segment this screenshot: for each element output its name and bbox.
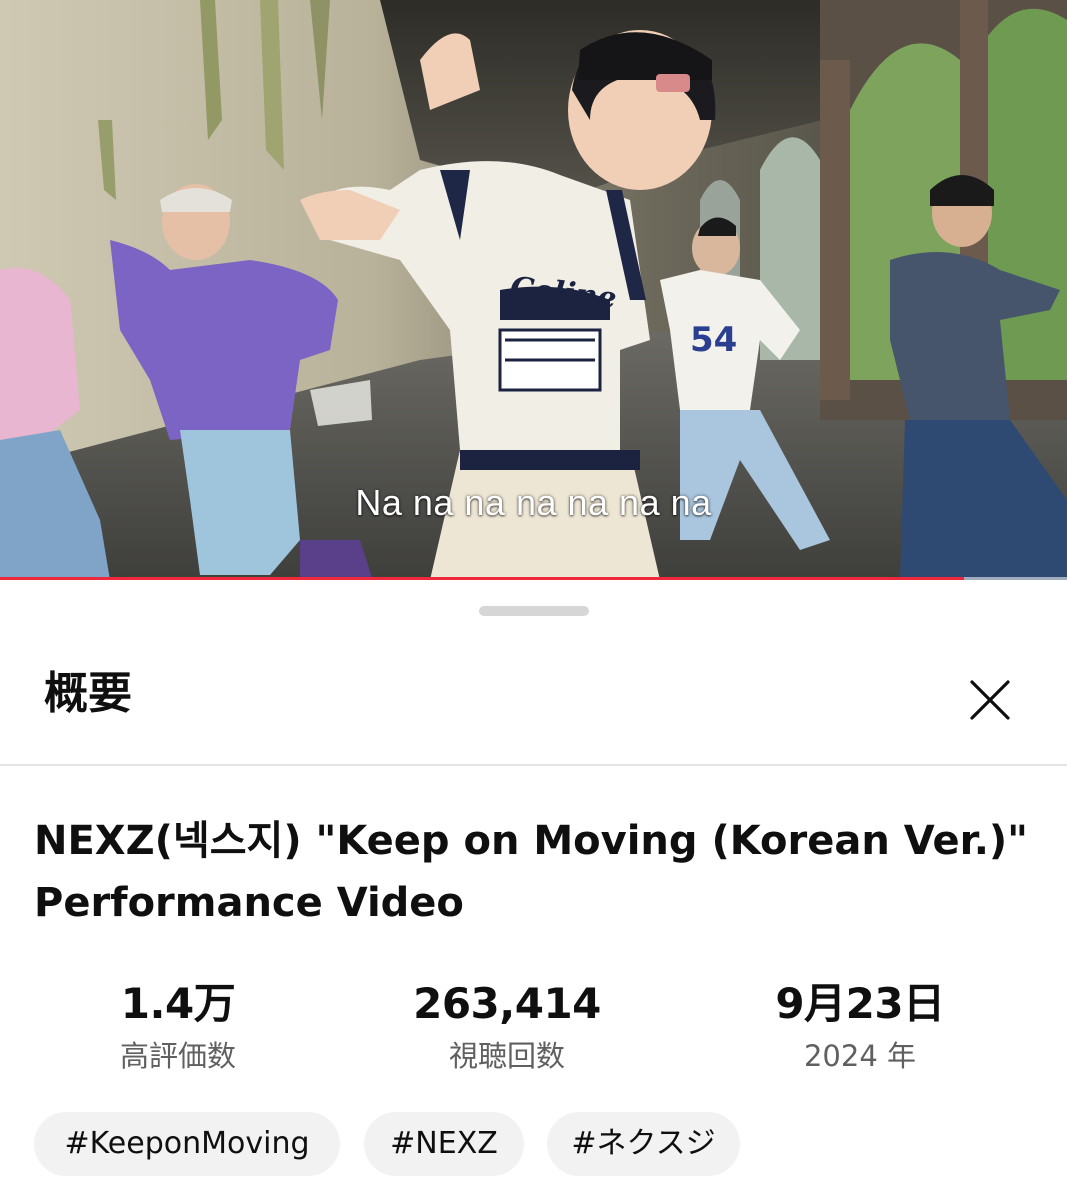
likes-stat: 1.4万 高評価数 xyxy=(28,978,328,1076)
upload-date: 9月23日 xyxy=(775,979,945,1028)
video-title: NEXZ(넥스지) "Keep on Moving (Korean Ver.)"… xyxy=(34,818,1029,926)
views-label: 視聴回数 xyxy=(448,1039,565,1073)
likes-count: 1.4万 xyxy=(120,979,236,1028)
video-player[interactable]: Celine 54 Na na na na na na na xyxy=(0,0,1067,580)
sheet-drag-handle[interactable] xyxy=(479,606,589,616)
close-icon xyxy=(970,680,1010,720)
sheet-title: 概要 xyxy=(44,668,132,719)
hashtag-chip-nekusuji[interactable]: #ネクスジ xyxy=(547,1112,740,1176)
views-count: 263,414 xyxy=(413,979,601,1028)
close-button[interactable] xyxy=(960,670,1020,730)
video-subtitle: Na na na na na na na xyxy=(355,482,712,523)
views-stat: 263,414 視聴回数 xyxy=(357,978,657,1076)
video-progress-bar[interactable] xyxy=(0,577,1067,580)
hashtag-chip-keeponmoving[interactable]: #KeeponMoving xyxy=(34,1112,340,1176)
upload-date-stat: 9月23日 2024 年 xyxy=(710,978,1010,1076)
upload-year: 2024 年 xyxy=(803,1039,917,1073)
hashtag-chip-nexz[interactable]: #NEXZ xyxy=(364,1112,524,1176)
video-progress-fill xyxy=(0,577,964,580)
jersey-number-text: 54 xyxy=(690,320,738,360)
video-stats: 1.4万 高評価数 263,414 視聴回数 9月23日 2024 年 xyxy=(0,978,1067,1088)
likes-label: 高評価数 xyxy=(119,1039,236,1073)
description-sheet: 概要 NEXZ(넥스지) "Keep on Moving (Korean Ver… xyxy=(0,584,1067,1200)
sheet-divider xyxy=(0,764,1067,766)
video-description-screen: Celine 54 Na na na na na na na 概要 NEXZ(넥… xyxy=(0,0,1067,1200)
